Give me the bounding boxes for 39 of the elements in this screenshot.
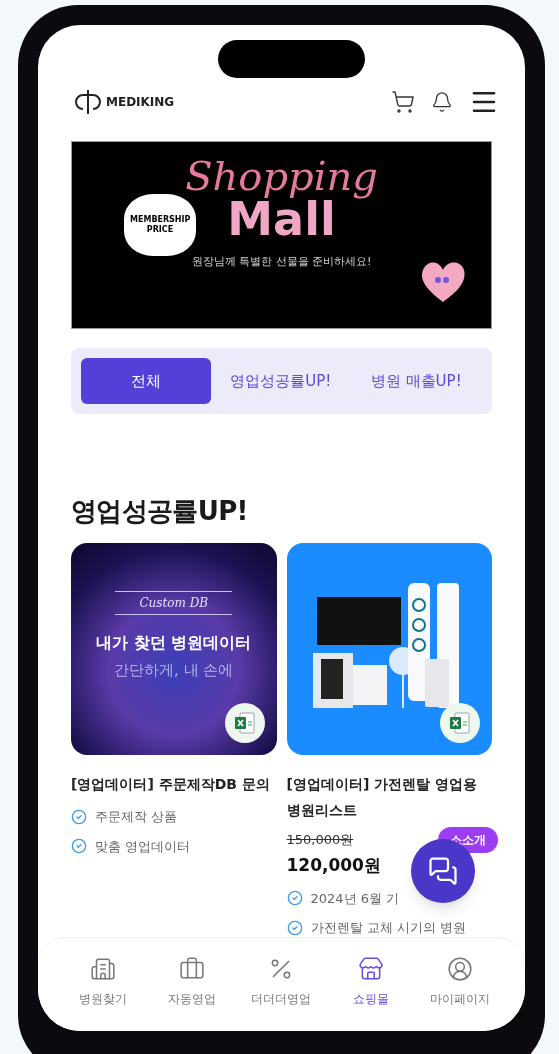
category-tab[interactable]: 병원 매출UP! — [350, 358, 482, 404]
shopping-mall-banner[interactable]: MEMBERSHIP PRICE Shopping Mall 원장님께 특별한 선물을 준비하세요! — [71, 141, 492, 329]
original-price: 150,000원 — [286, 831, 354, 850]
feature-text: 2024년 6월 기 — [310, 889, 400, 908]
cart-icon[interactable] — [391, 90, 415, 114]
feature-text: 맞춤 영업데이터 — [95, 837, 191, 856]
section-title: 영업성공률UP! — [71, 495, 249, 528]
feature-text: 주문제작 상품 — [95, 808, 178, 826]
building-icon — [89, 956, 116, 982]
feature-text: 가전렌탈 교체 시기의 병원 — [310, 919, 466, 937]
image-headline: 내가 찾던 병원데이터 — [96, 632, 252, 654]
product-image[interactable]: Custom DB 내가 찾던 병원데이터 간단하게, 내 손에 — [71, 543, 277, 755]
product-title[interactable]: [영업데이터] 가전렌탈 영업용 병원리스트 — [286, 771, 492, 823]
logo-text[interactable]: MEDIKING — [106, 93, 175, 111]
chat-icon — [428, 856, 458, 886]
spreadsheet-icon — [224, 703, 265, 743]
category-tab[interactable]: 영업성공률UP! — [215, 358, 347, 404]
user-icon — [447, 956, 474, 982]
check-icon — [286, 890, 303, 907]
check-icon — [71, 838, 87, 855]
membership-price-sticker: MEMBERSHIP PRICE — [124, 194, 196, 256]
bell-icon[interactable] — [431, 91, 453, 113]
check-icon — [71, 808, 87, 825]
image-eyebrow: Custom DB — [115, 591, 233, 615]
nav-item[interactable]: 쇼핑몰 — [330, 956, 411, 1031]
nav-item[interactable]: 마이페이지 — [420, 956, 501, 1031]
store-icon — [357, 956, 384, 982]
sale-price: 120,000원 — [286, 854, 381, 877]
nav-item[interactable]: 자동영업 — [152, 956, 233, 1031]
nav-item[interactable]: 병원찾기 — [62, 956, 143, 1031]
image-subline: 간단하게, 내 손에 — [114, 660, 234, 681]
banner-caption: 원장님께 특별한 선물을 준비하세요! — [191, 254, 372, 270]
nav-item[interactable]: 더더더영업 — [241, 956, 322, 1031]
product-image[interactable] — [286, 543, 492, 755]
check-icon — [286, 919, 303, 936]
spreadsheet-icon — [440, 703, 480, 743]
logo-icon — [74, 89, 102, 115]
product-title[interactable]: [영업데이터] 주문제작DB 문의 — [71, 771, 277, 797]
category-tab[interactable]: 전체 — [81, 358, 211, 404]
